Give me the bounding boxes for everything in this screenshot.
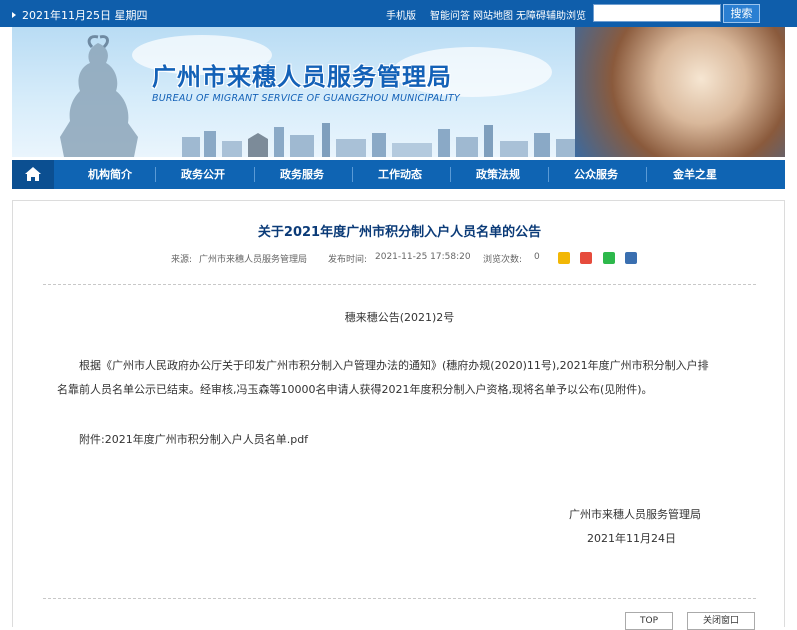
banner-subtitle: BUREAU OF MIGRANT SERVICE OF GUANGZHOU M… [152, 93, 460, 104]
five-goats-statue-logo [60, 35, 138, 157]
banner: 广州市来穗人员服务管理局 BUREAU OF MIGRANT SERVICE O… [12, 27, 785, 157]
attachment-label: 附件: [79, 433, 105, 446]
current-date: 2021年11月25日 星期四 [12, 7, 148, 23]
star-icon[interactable] [558, 252, 570, 264]
nav-item-policies[interactable]: 政策法规 [458, 160, 538, 189]
nav-item-public-services[interactable]: 公众服务 [556, 160, 636, 189]
source-label: 来源: [171, 255, 193, 265]
main-nav: 机构简介 政务公开 政务服务 工作动态 政策法规 公众服务 金羊之星 [12, 160, 785, 189]
published-value: 2021-11-25 17:58:20 [375, 252, 471, 262]
article-panel: 关于2021年度广州市积分制入户人员名单的公告 来源: 广州市来穗人员服务管理局… [12, 200, 785, 627]
views-label: 浏览次数: [483, 255, 523, 265]
nav-item-gov-services[interactable]: 政务服务 [262, 160, 342, 189]
nav-item-golden-goat-star[interactable]: 金羊之星 [654, 160, 736, 189]
search-button[interactable]: 搜索 [723, 4, 760, 23]
attachment-line: 附件:2021年度广州市积分制入户人员名单.pdf [79, 429, 308, 451]
sign-date: 2021年11月24日 [587, 532, 676, 545]
nav-divider [155, 167, 156, 182]
home-icon [25, 167, 41, 181]
mobile-version-link[interactable]: 手机版 [386, 7, 416, 22]
published-label: 发布时间: [328, 255, 368, 265]
nav-divider [548, 167, 549, 182]
signature: 广州市来穗人员服务管理局 [569, 508, 701, 521]
divider-top [43, 284, 756, 285]
weibo-icon[interactable] [580, 252, 592, 264]
sitemap-link[interactable]: 网站地图 [473, 7, 513, 22]
source-value: 广州市来穗人员服务管理局 [199, 255, 308, 265]
nav-divider [254, 167, 255, 182]
body-paragraph-line-2: 名靠前人员名单公示已结束。经审核,冯玉森等10000名申请人获得2021年度积分… [57, 383, 653, 396]
ethnic-people-photo [575, 27, 785, 157]
nav-divider [646, 167, 647, 182]
nav-item-about[interactable]: 机构简介 [70, 160, 150, 189]
doc-number: 穗来穗公告(2021)2号 [344, 311, 455, 324]
article-title: 关于2021年度广州市积分制入户人员名单的公告 [257, 225, 542, 240]
nav-item-gov-affairs[interactable]: 政务公开 [162, 160, 244, 189]
date-text: 2021年11月25日 星期四 [22, 9, 148, 22]
top-bar: 2021年11月25日 星期四 手机版 智能问答 网站地图 无障碍辅助浏览 搜索 [0, 0, 797, 27]
qq-icon[interactable] [625, 252, 637, 264]
attachment-link[interactable]: 2021年度广州市积分制入户人员名单.pdf [105, 433, 308, 446]
nav-item-work-news[interactable]: 工作动态 [360, 160, 440, 189]
arrow-icon [12, 12, 16, 18]
wechat-icon[interactable] [603, 252, 615, 264]
views-value: 0 [534, 252, 540, 262]
close-window-button[interactable]: 关闭窗口 [687, 612, 755, 630]
smart-qa-link[interactable]: 智能问答 [430, 7, 470, 22]
banner-title: 广州市来穗人员服务管理局 [152, 63, 452, 91]
divider-bottom [43, 598, 756, 599]
nav-home[interactable] [12, 160, 54, 189]
city-skyline-image [182, 123, 598, 157]
body-paragraph-line-1: 根据《广州市人民政府办公厅关于印发广州市积分制入户管理办法的通知》(穗府办规(2… [79, 359, 709, 372]
nav-divider [352, 167, 353, 182]
top-button[interactable]: TOP [625, 612, 673, 630]
accessibility-link[interactable]: 无障碍辅助浏览 [516, 7, 586, 22]
nav-divider [450, 167, 451, 182]
search-input[interactable] [593, 4, 721, 22]
